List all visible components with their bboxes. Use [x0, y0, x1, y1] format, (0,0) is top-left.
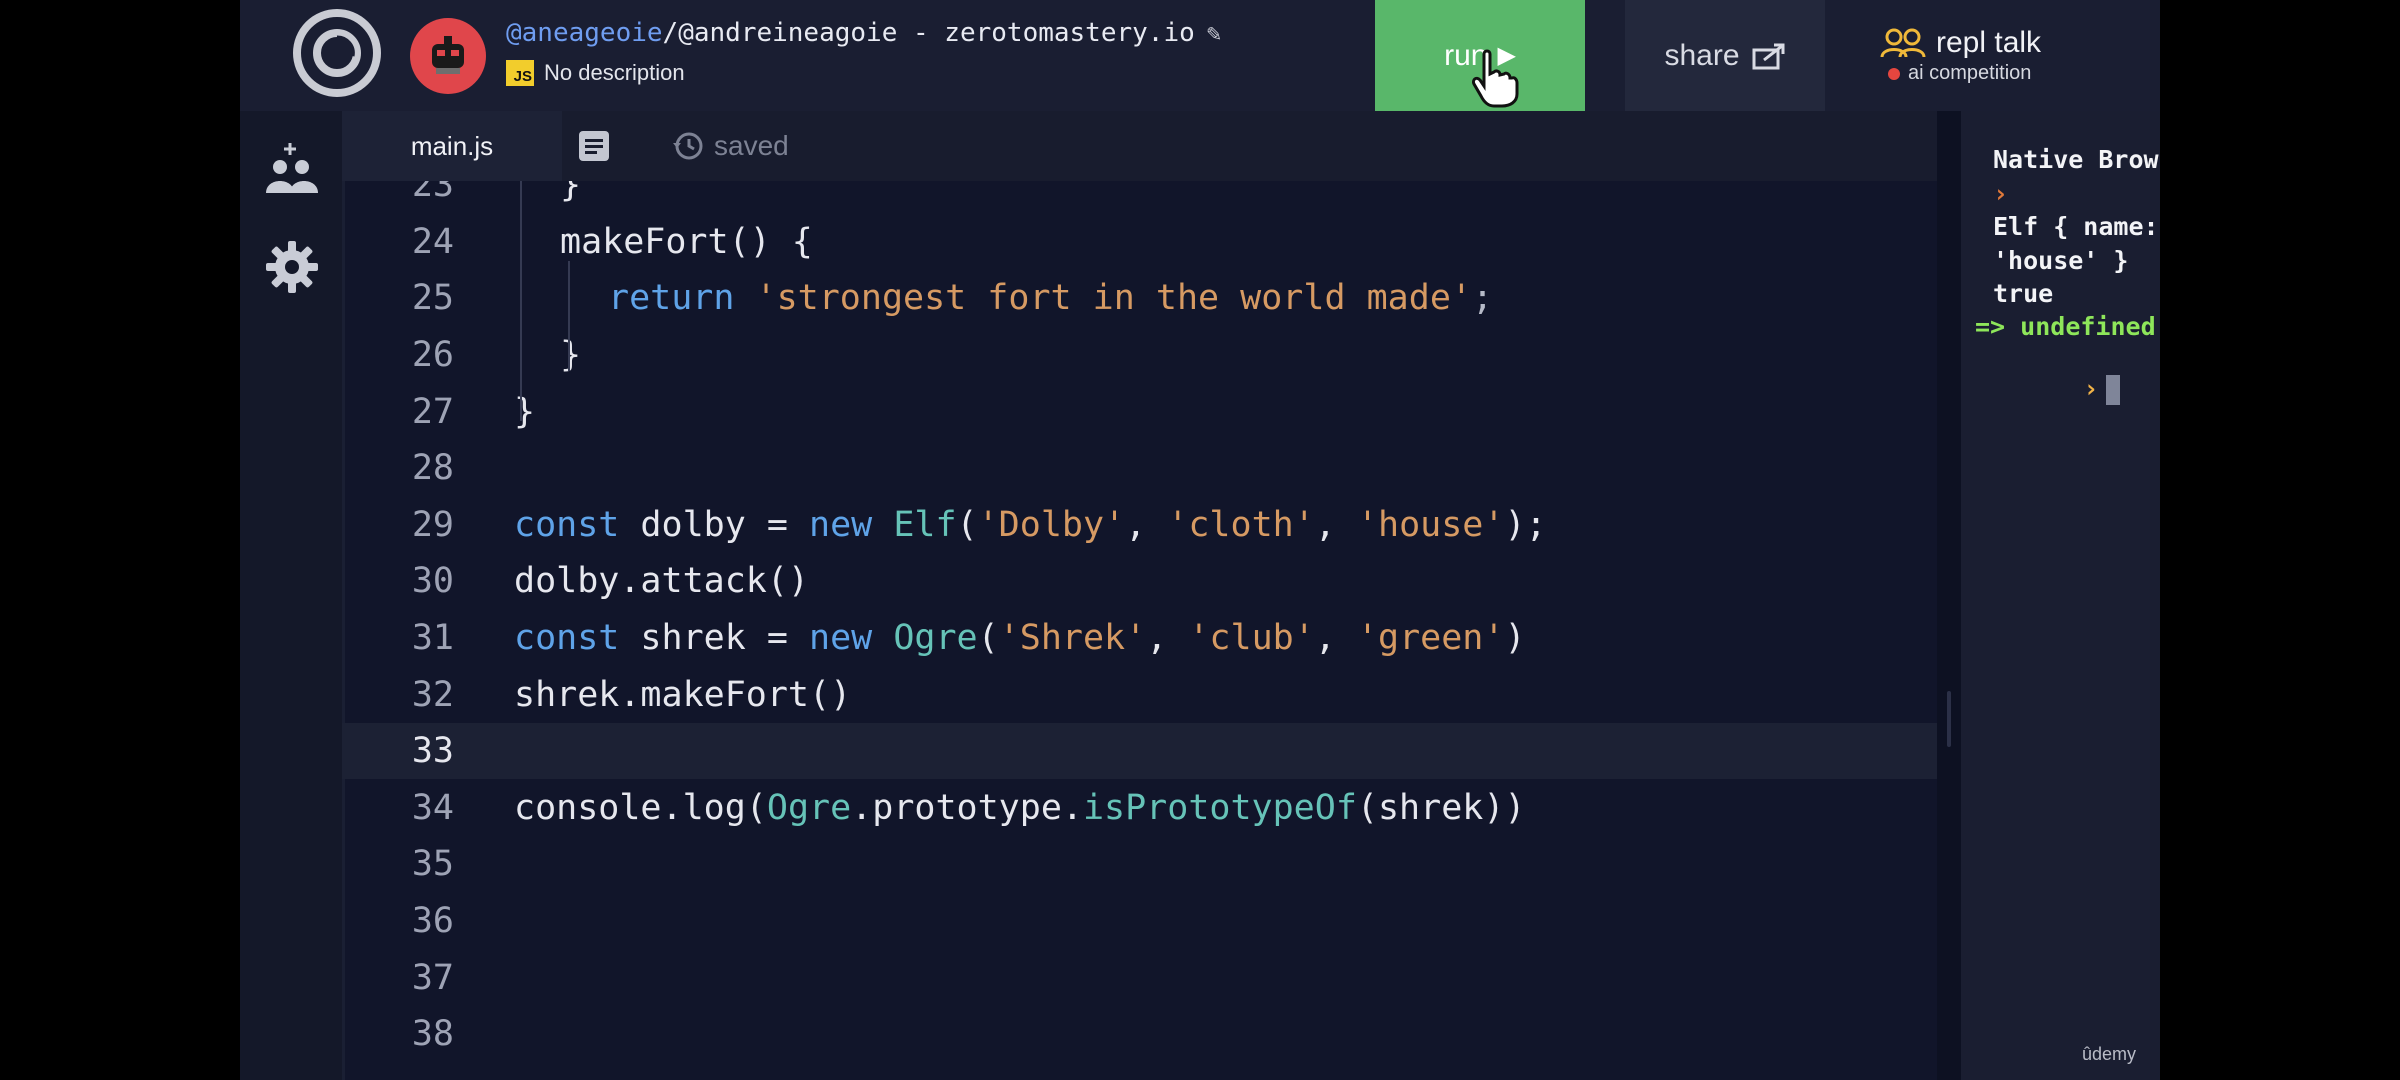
line-number: 32 [411, 675, 454, 715]
editor-tabbar: main.js saved [342, 111, 1937, 181]
code-line[interactable]: 30 dolby.attack() [342, 553, 1937, 609]
line-number: 38 [411, 1014, 454, 1054]
avatar-icon[interactable] [410, 18, 486, 94]
code-text: makeFort() { [560, 222, 813, 262]
line-number: 37 [411, 958, 454, 998]
code-line[interactable]: 32 shrek.makeFort() [342, 667, 1937, 723]
console-title: Native Browser JavaScri [1993, 145, 2160, 174]
code-text: shrek.makeFort() [514, 675, 852, 715]
line-number: 31 [411, 618, 454, 658]
code-text: } [560, 181, 582, 205]
repl-title: @aneageoie/@andreineagoie - zerotomaster… [506, 18, 1221, 48]
file-icon[interactable] [577, 129, 611, 163]
share-button[interactable]: share [1625, 0, 1825, 111]
code-text: const shrek = new Ogre('Shrek', 'club', … [514, 618, 1526, 658]
code-editor[interactable]: 23 } 24 makeFort() { 25 return 'stronges… [342, 181, 1937, 1080]
save-status: saved [672, 111, 789, 181]
code-text: return 'strongest fort in the world made… [608, 278, 1494, 318]
code-text: } [560, 335, 582, 375]
line-number: 29 [411, 505, 454, 545]
console-output-line: 'house' } [1993, 246, 2129, 275]
invite-icon[interactable] [264, 141, 320, 197]
line-number: 33 [411, 731, 454, 771]
code-text: console.log(Ogre.prototype.isPrototypeOf… [514, 788, 1526, 828]
udemy-watermark: ûdemy [2082, 1044, 2137, 1064]
repl-talk-label: repl talk [1936, 26, 2042, 59]
pencil-icon[interactable]: ✎ [1207, 19, 1221, 47]
line-number: 23 [411, 181, 454, 205]
text-caret [2106, 375, 2121, 405]
console-output-line: Elf { name: 'Dolby', we [1993, 212, 2159, 241]
description-row: JS No description [506, 60, 685, 86]
cursor-icon [1472, 49, 1519, 108]
line-number: 35 [411, 844, 454, 884]
console-output-line: true [1993, 279, 2054, 308]
console-input-line[interactable]: › [1993, 345, 2121, 434]
line-number: 27 [411, 392, 454, 432]
side-rail [240, 111, 342, 1080]
code-line[interactable]: 23 } [342, 181, 1937, 213]
line-number: 34 [411, 788, 454, 828]
header-bar: @aneageoie/@andreineagoie - zerotomaster… [240, 0, 2160, 111]
share-button-label: share [1664, 38, 1740, 72]
tab-main-js[interactable]: main.js [342, 111, 562, 181]
gear-icon[interactable] [264, 239, 320, 295]
line-number: 30 [411, 561, 454, 601]
prompt-chevron-icon: › [2083, 374, 2099, 403]
line-number: 24 [411, 222, 454, 262]
code-text: dolby.attack() [514, 561, 810, 601]
logo-icon[interactable] [292, 8, 382, 98]
code-text: } [514, 392, 536, 432]
repl-talk-link[interactable]: repl talk ai competition [1880, 26, 2041, 85]
console-result-line: => undefined [1975, 312, 2156, 341]
notification-dot [1888, 67, 1900, 80]
code-line[interactable]: 28 [342, 440, 1937, 496]
code-line[interactable]: 26 } [342, 327, 1937, 383]
code-line[interactable]: 29 const dolby = new Elf('Dolby', 'cloth… [342, 497, 1937, 553]
line-number: 25 [411, 278, 454, 318]
repl-description[interactable]: No description [544, 60, 685, 86]
indent-guide [568, 261, 570, 371]
repl-user-link[interactable]: @aneageoie [506, 18, 663, 48]
result-arrow: => [1975, 312, 2006, 341]
splitter-handle[interactable] [1947, 691, 1951, 747]
line-number: 26 [411, 335, 454, 375]
code-text: const dolby = new Elf('Dolby', 'cloth', … [514, 505, 1547, 545]
repl-window: @aneageoie/@andreineagoie - zerotomaster… [240, 0, 2160, 1080]
chevron-right-icon: › [1993, 179, 2009, 208]
save-status-label: saved [714, 130, 789, 161]
people-icon [1880, 28, 1926, 58]
share-icon [1752, 43, 1785, 69]
pane-splitter[interactable] [1937, 111, 1961, 1080]
repl-name: /@andreineagoie - zerotomastery.io [662, 18, 1195, 48]
code-line[interactable]: 24 makeFort() { [342, 214, 1937, 270]
line-number: 36 [411, 901, 454, 941]
code-line[interactable]: 31 const shrek = new Ogre('Shrek', 'club… [342, 610, 1937, 666]
code-line[interactable]: 34 console.log(Ogre.prototype.isPrototyp… [342, 780, 1937, 836]
indent-guide [520, 181, 522, 421]
repl-talk-subtitle: ai competition [1908, 62, 2032, 84]
code-line[interactable]: 38 [342, 1006, 1937, 1062]
history-icon [673, 132, 703, 160]
console-pane[interactable]: Native Browser JavaScri › Elf { name: 'D… [1961, 111, 2160, 1080]
code-line-active[interactable]: 33 [342, 723, 1937, 779]
code-line[interactable]: 25 return 'strongest fort in the world m… [342, 270, 1937, 326]
result-value: undefined [2020, 312, 2156, 341]
line-number: 28 [411, 448, 454, 488]
code-line[interactable]: 35 [342, 836, 1937, 892]
code-line[interactable]: 37 [342, 950, 1937, 1006]
code-line[interactable]: 36 [342, 893, 1937, 949]
code-line[interactable]: 27 } [342, 384, 1937, 440]
js-language-badge: JS [506, 60, 534, 86]
